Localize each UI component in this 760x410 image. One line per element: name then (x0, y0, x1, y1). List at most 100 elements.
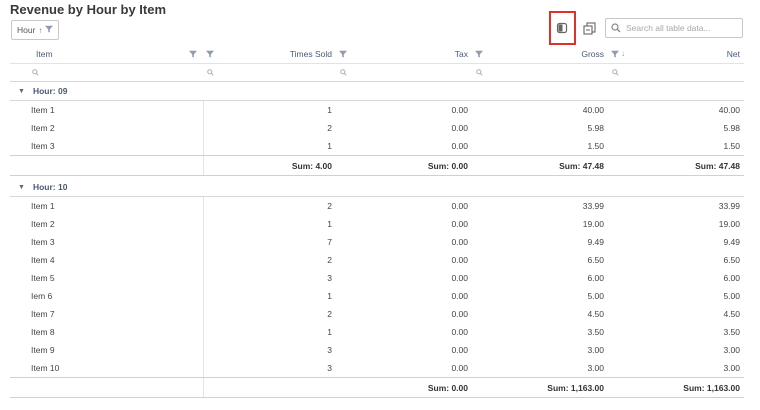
cell-gross[interactable]: 9.49 (472, 233, 608, 251)
cell-gross[interactable]: 4.50 (472, 305, 608, 323)
cell-tax[interactable]: 0.00 (336, 287, 472, 305)
collapse-caret-icon[interactable]: ▼ (18, 88, 25, 95)
cell-item[interactable]: Item 2 (10, 215, 203, 233)
cell-times-sold[interactable]: 1 (203, 287, 336, 305)
cell-gross[interactable]: 3.00 (472, 359, 608, 377)
collapse-caret-icon[interactable]: ▼ (18, 184, 25, 191)
filter-icon[interactable] (189, 50, 197, 58)
cell-net[interactable]: 3.00 (608, 341, 744, 359)
cell-net[interactable]: 3.00 (608, 359, 744, 377)
filter-cell-times-sold[interactable] (203, 64, 336, 81)
cell-gross[interactable]: 33.99 (472, 197, 608, 215)
cell-item[interactable]: Item 7 (10, 305, 203, 323)
table-row[interactable]: Item 1 2 0.00 33.99 33.99 (10, 197, 744, 215)
cell-gross[interactable]: 19.00 (472, 215, 608, 233)
cell-times-sold[interactable]: 2 (203, 197, 336, 215)
cell-gross[interactable]: 5.00 (472, 287, 608, 305)
cell-net[interactable]: 19.00 (608, 215, 744, 233)
filter-cell-gross[interactable] (472, 64, 608, 81)
cell-times-sold[interactable]: 1 (203, 323, 336, 341)
filter-icon[interactable] (45, 25, 54, 35)
cell-net[interactable]: 33.99 (608, 197, 744, 215)
group-header-row[interactable]: ▼ Hour: 09 (10, 82, 744, 101)
cell-item[interactable]: Item 4 (10, 251, 203, 269)
filter-cell-item[interactable] (10, 64, 203, 81)
filter-cell-tax[interactable] (336, 64, 472, 81)
column-header-gross[interactable]: Gross (472, 44, 608, 63)
group-header-row[interactable]: ▼ Hour: 10 (10, 178, 744, 197)
cell-tax[interactable]: 0.00 (336, 137, 472, 155)
cell-times-sold[interactable]: 7 (203, 233, 336, 251)
cell-item[interactable]: Item 3 (10, 137, 203, 155)
column-header-item[interactable]: Item (10, 44, 203, 63)
cell-item[interactable]: Item 9 (10, 341, 203, 359)
cell-times-sold[interactable]: 2 (203, 251, 336, 269)
table-row[interactable]: Item 3 7 0.00 9.49 9.49 (10, 233, 744, 251)
column-header-net[interactable]: ↓ Net (608, 44, 744, 63)
filter-icon[interactable] (611, 50, 619, 58)
cell-times-sold[interactable]: 2 (203, 119, 336, 137)
cell-gross[interactable]: 3.00 (472, 341, 608, 359)
cell-tax[interactable]: 0.00 (336, 215, 472, 233)
cell-net[interactable]: 5.00 (608, 287, 744, 305)
cell-net[interactable]: 3.50 (608, 323, 744, 341)
cell-gross[interactable]: 6.50 (472, 251, 608, 269)
table-row[interactable]: Item 10 3 0.00 3.00 3.00 (10, 359, 744, 377)
table-row[interactable]: Item 7 2 0.00 4.50 4.50 (10, 305, 744, 323)
table-search[interactable] (605, 18, 743, 38)
group-header-cell[interactable]: ▼ Hour: 10 (10, 178, 744, 196)
cell-times-sold[interactable]: 3 (203, 269, 336, 287)
cell-times-sold[interactable]: 1 (203, 137, 336, 155)
cell-gross[interactable]: 5.98 (472, 119, 608, 137)
table-row[interactable]: Item 1 1 0.00 40.00 40.00 (10, 101, 744, 119)
filter-icon[interactable] (339, 50, 347, 58)
cell-net[interactable]: 6.00 (608, 269, 744, 287)
table-row[interactable]: Iem 6 1 0.00 5.00 5.00 (10, 287, 744, 305)
cell-gross[interactable]: 40.00 (472, 101, 608, 119)
cell-item[interactable]: Item 8 (10, 323, 203, 341)
cell-item[interactable]: Item 1 (10, 197, 203, 215)
cell-item[interactable]: Item 10 (10, 359, 203, 377)
cell-tax[interactable]: 0.00 (336, 305, 472, 323)
filter-icon[interactable] (206, 50, 214, 58)
cell-tax[interactable]: 0.00 (336, 119, 472, 137)
cell-item[interactable]: Iem 6 (10, 287, 203, 305)
cell-times-sold[interactable]: 1 (203, 101, 336, 119)
table-row[interactable]: Item 8 1 0.00 3.50 3.50 (10, 323, 744, 341)
table-row[interactable]: Item 3 1 0.00 1.50 1.50 (10, 137, 744, 155)
cell-tax[interactable]: 0.00 (336, 101, 472, 119)
cell-tax[interactable]: 0.00 (336, 269, 472, 287)
table-row[interactable]: Item 2 1 0.00 19.00 19.00 (10, 215, 744, 233)
sort-asc-icon[interactable]: ↑ (38, 26, 42, 35)
table-row[interactable]: Item 9 3 0.00 3.00 3.00 (10, 341, 744, 359)
sort-desc-icon[interactable]: ↓ (621, 49, 625, 58)
cell-tax[interactable]: 0.00 (336, 251, 472, 269)
cell-tax[interactable]: 0.00 (336, 197, 472, 215)
cell-net[interactable]: 40.00 (608, 101, 744, 119)
cell-gross[interactable]: 1.50 (472, 137, 608, 155)
cell-tax[interactable]: 0.00 (336, 359, 472, 377)
cell-tax[interactable]: 0.00 (336, 341, 472, 359)
group-header-cell[interactable]: ▼ Hour: 09 (10, 82, 744, 100)
cell-times-sold[interactable]: 3 (203, 359, 336, 377)
cell-net[interactable]: 4.50 (608, 305, 744, 323)
table-row[interactable]: Item 4 2 0.00 6.50 6.50 (10, 251, 744, 269)
filter-cell-net[interactable] (608, 64, 744, 81)
cell-tax[interactable]: 0.00 (336, 233, 472, 251)
table-row[interactable]: Item 2 2 0.00 5.98 5.98 (10, 119, 744, 137)
cell-item[interactable]: Item 3 (10, 233, 203, 251)
cell-times-sold[interactable]: 1 (203, 215, 336, 233)
cell-tax[interactable]: 0.00 (336, 323, 472, 341)
cell-net[interactable]: 1.50 (608, 137, 744, 155)
cell-item[interactable]: Item 2 (10, 119, 203, 137)
cell-times-sold[interactable]: 3 (203, 341, 336, 359)
cell-net[interactable]: 9.49 (608, 233, 744, 251)
search-input[interactable] (626, 23, 736, 33)
cell-net[interactable]: 5.98 (608, 119, 744, 137)
column-header-times-sold[interactable]: Times Sold (203, 44, 336, 63)
cell-gross[interactable]: 3.50 (472, 323, 608, 341)
filter-icon[interactable] (475, 50, 483, 58)
export-button[interactable] (580, 19, 598, 37)
column-header-tax[interactable]: Tax (336, 44, 472, 63)
table-row[interactable]: Item 5 3 0.00 6.00 6.00 (10, 269, 744, 287)
